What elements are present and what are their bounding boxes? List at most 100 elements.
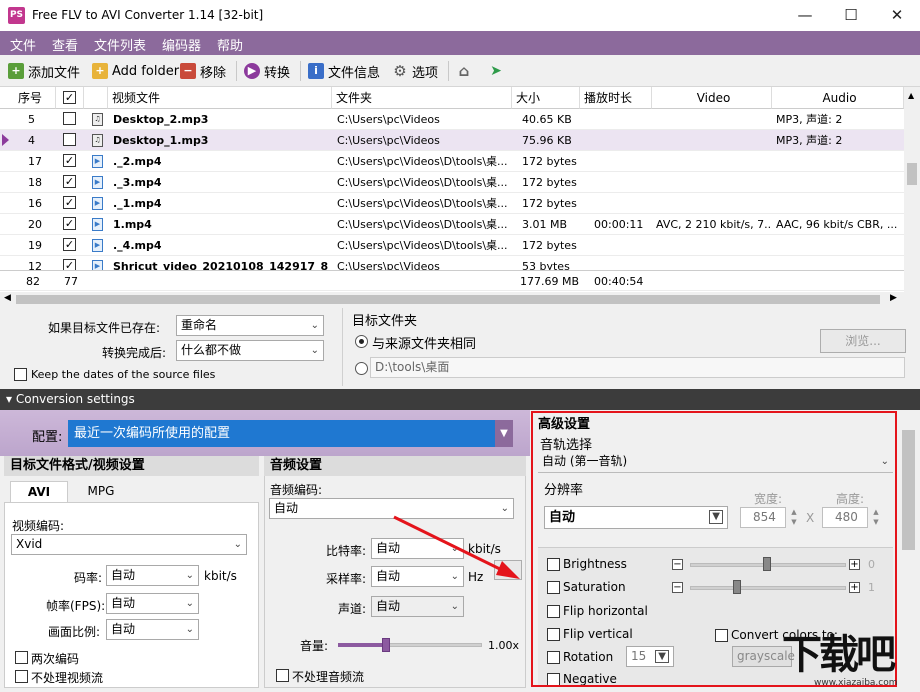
row-video-info: AVC, 2 210 kbit/s, 7... (656, 218, 770, 231)
menu-view[interactable]: 查看 (52, 35, 78, 54)
convert-button[interactable]: ▶ 转换 (244, 61, 290, 81)
row-num: 4 (28, 134, 35, 147)
add-file-button[interactable]: + 添加文件 (8, 61, 80, 81)
if-exists-select[interactable]: 重命名 ⌄ (176, 315, 324, 336)
fps-select[interactable]: 自动 ⌄ (106, 593, 199, 614)
no-video-checkbox[interactable] (15, 670, 28, 683)
row-checkbox[interactable]: ✓ (63, 196, 76, 209)
scroll-thumb[interactable] (907, 163, 917, 185)
close-button[interactable]: ✕ (874, 0, 920, 31)
row-size: 40.65 KB (522, 113, 572, 126)
tab-avi[interactable]: AVI (10, 481, 68, 502)
add-folder-button[interactable]: + Add folder (92, 61, 179, 81)
row-checkbox[interactable] (63, 133, 76, 146)
same-as-source-radio[interactable] (355, 335, 368, 348)
audio-file-icon: ♫ (92, 134, 103, 147)
profile-select[interactable]: 最近一次编码所使用的配置 (68, 420, 513, 447)
col-header-check[interactable]: ✓ (56, 87, 84, 109)
app-icon: PS (8, 7, 25, 24)
file-table: 序号 ✓ 视频文件 文件夹 大小 播放时长 Video Audio 5 ♫ Desk… (0, 87, 904, 292)
custom-folder-radio[interactable] (355, 362, 368, 375)
row-num: 17 (28, 155, 42, 168)
table-vertical-scrollbar[interactable]: ▲ (904, 87, 920, 292)
row-checkbox[interactable]: ✓ (63, 238, 76, 251)
options-button[interactable]: ⚙ 选项 (392, 61, 438, 81)
profile-label: 配置: (32, 430, 63, 445)
home-button[interactable]: ⌂ (456, 61, 476, 81)
window-title: Free FLV to AVI Converter 1.14 [32-bit] (32, 8, 264, 22)
video-codec-label: 视频编码: (12, 519, 65, 533)
table-row[interactable]: 19 ✓ ▶ ._4.mp4 C:\Users\pc\Videos\D\tools\桌.… (0, 235, 904, 256)
col-header-audio[interactable]: Audio (772, 87, 904, 109)
keep-dates-checkbox[interactable] (14, 368, 27, 381)
annotation-arrow (393, 515, 520, 579)
row-checkbox[interactable]: ✓ (63, 175, 76, 188)
col-header-duration[interactable]: 播放时长 (580, 87, 652, 109)
row-video-info (656, 109, 770, 130)
video-bitrate-select[interactable]: 自动 ⌄ (106, 565, 199, 586)
maximize-button[interactable]: ☐ (828, 0, 874, 31)
col-header-icon[interactable] (84, 87, 108, 109)
row-checkbox[interactable]: ✓ (63, 217, 76, 230)
video-bitrate-unit: kbit/s (204, 569, 237, 583)
aspect-select[interactable]: 自动 ⌄ (106, 619, 199, 640)
menu-file[interactable]: 文件 (10, 35, 36, 54)
chevron-down-icon: ⌄ (185, 598, 194, 609)
video-bitrate-label: 码率: (74, 571, 103, 585)
custom-folder-input[interactable]: D:\tools\桌面 (370, 357, 905, 378)
samplerate-label: 采样率: (326, 572, 367, 586)
channels-select[interactable]: 自动 ⌄ (371, 596, 464, 617)
menu-encoder[interactable]: 编码器 (162, 35, 201, 54)
footer-size: 177.69 MB (520, 275, 580, 288)
row-size: 172 bytes (522, 155, 577, 168)
table-horizontal-scrollbar[interactable]: ◀ ▶ (0, 292, 904, 307)
menu-help[interactable]: 帮助 (217, 35, 243, 54)
row-audio-info (776, 193, 900, 214)
audio-file-icon: ♫ (92, 113, 103, 126)
no-audio-checkbox[interactable] (276, 669, 289, 682)
row-checkbox[interactable]: ✓ (63, 154, 76, 167)
menu-file-list[interactable]: 文件列表 (94, 35, 146, 54)
chevron-down-icon[interactable]: ▼ (495, 420, 513, 447)
tab-mpg[interactable]: MPG (70, 481, 132, 502)
table-row[interactable]: 18 ✓ ▶ ._3.mp4 C:\Users\pc\Videos\D\tools\桌.… (0, 172, 904, 193)
table-row[interactable]: 17 ✓ ▶ ._2.mp4 C:\Users\pc\Videos\D\tools\桌.… (0, 151, 904, 172)
video-file-icon: ▶ (92, 239, 103, 252)
row-audio-info (776, 172, 900, 193)
browse-button[interactable]: 浏览... (820, 329, 906, 353)
minimize-button[interactable]: — (782, 0, 828, 31)
row-size: 3.01 MB (522, 218, 568, 231)
scroll-up-icon[interactable]: ▲ (908, 91, 914, 100)
volume-thumb[interactable] (382, 638, 390, 652)
pin-button[interactable]: ➤ (488, 61, 508, 81)
conversion-settings-header[interactable]: ▾ Conversion settings (0, 389, 920, 410)
col-header-folder[interactable]: 文件夹 (332, 87, 512, 109)
audio-panel-title: 音频设置 (264, 456, 526, 476)
footer-duration: 00:40:54 (594, 275, 644, 288)
settings-scroll-thumb[interactable] (902, 430, 915, 550)
scroll-right-icon[interactable]: ▶ (890, 293, 897, 303)
scroll-left-icon[interactable]: ◀ (4, 293, 11, 303)
video-file-icon: ▶ (92, 197, 103, 210)
table-row[interactable]: 5 ♫ Desktop_2.mp3 C:\Users\pc\Videos 40.65 K… (0, 109, 904, 130)
video-codec-select[interactable]: Xvid ⌄ (11, 534, 247, 555)
row-filename: Desktop_2.mp3 (113, 113, 209, 126)
remove-icon: − (180, 63, 196, 79)
col-header-size[interactable]: 大小 (512, 87, 580, 109)
table-row[interactable]: 16 ✓ ▶ ._1.mp4 C:\Users\pc\Videos\D\tools\桌.… (0, 193, 904, 214)
two-pass-checkbox[interactable] (15, 651, 28, 664)
col-header-video[interactable]: Video (652, 87, 772, 109)
remove-button[interactable]: − 移除 (180, 61, 226, 81)
col-header-num[interactable]: 序号 (0, 87, 56, 109)
check-all-checkbox[interactable]: ✓ (63, 91, 76, 104)
row-duration: 00:00:11 (594, 218, 644, 231)
file-info-button[interactable]: i 文件信息 (308, 61, 380, 81)
title-bar: PS Free FLV to AVI Converter 1.14 [32-bi… (0, 0, 920, 31)
hscroll-thumb[interactable] (16, 295, 880, 304)
after-convert-select[interactable]: 什么都不做 ⌄ (176, 340, 324, 361)
table-row[interactable]: 4 ♫ Desktop_1.mp3 C:\Users\pc\Videos 75.96 K… (0, 130, 904, 151)
col-header-video-file[interactable]: 视频文件 (108, 87, 332, 109)
table-footer: 82 77 177.69 MB 00:40:54 (0, 270, 904, 291)
table-row[interactable]: 20 ✓ ▶ 1.mp4 C:\Users\pc\Videos\D\tools\桌...… (0, 214, 904, 235)
row-checkbox[interactable] (63, 112, 76, 125)
